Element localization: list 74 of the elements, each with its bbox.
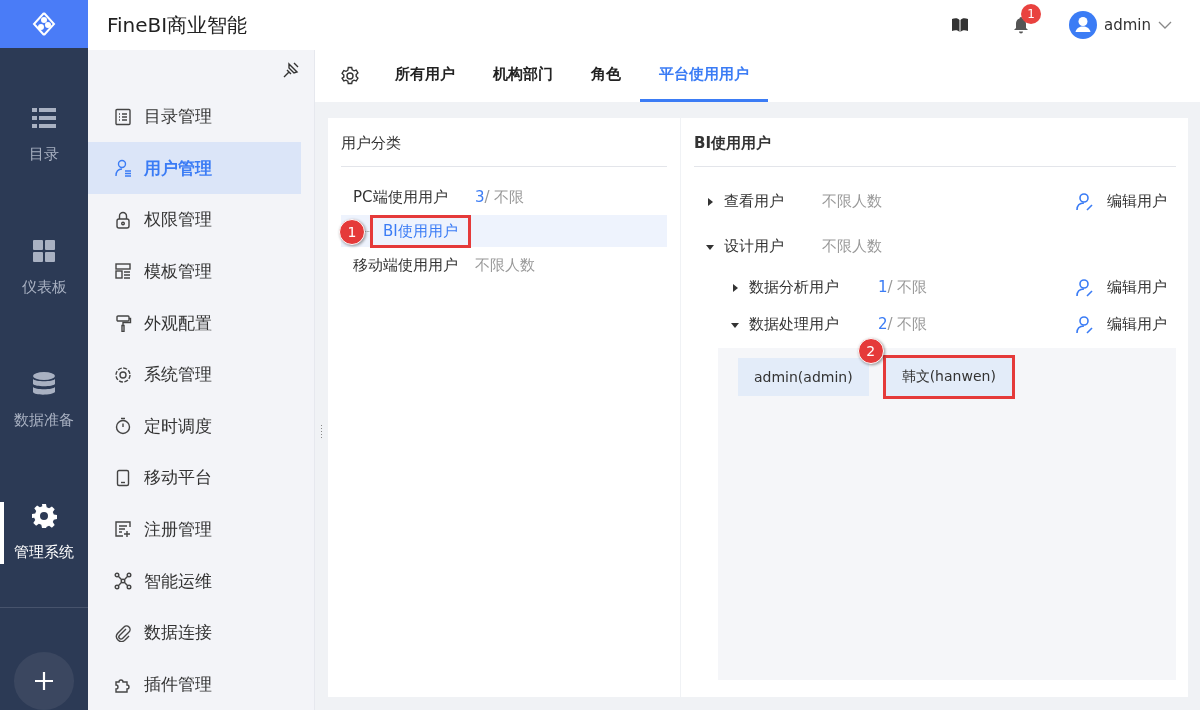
avatar-icon	[1069, 11, 1097, 39]
rail-item[interactable]: 目录	[0, 68, 88, 201]
edit-users-button[interactable]: 编辑用户	[1075, 191, 1167, 212]
notification-badge: 1	[1021, 4, 1041, 24]
panel-title: BI使用用户	[694, 133, 772, 154]
form-icon	[114, 520, 132, 539]
timer-icon	[114, 417, 132, 436]
user-quota: 不限人数	[822, 192, 882, 211]
network-icon	[114, 572, 132, 590]
user-chip[interactable]: admin(admin)	[738, 358, 869, 396]
user-quota: 2/ 不限	[878, 315, 928, 334]
chevron-down-icon	[1158, 21, 1172, 29]
settings-icon[interactable]	[340, 66, 360, 86]
rail-item[interactable]: 仪表板	[0, 200, 88, 334]
database-icon	[31, 370, 57, 397]
bell-icon[interactable]	[1013, 16, 1029, 34]
nav-item[interactable]: 移动平台	[88, 452, 301, 504]
nav-item[interactable]: 系统管理	[88, 348, 301, 401]
panel-title: 用户分类	[341, 133, 402, 154]
user-quota: 不限人数	[475, 255, 535, 275]
list-icon	[31, 105, 57, 131]
nav-item[interactable]: 智能运维	[88, 555, 301, 607]
user-quota: 1/ 不限	[878, 278, 928, 297]
user-edit-icon	[1075, 277, 1095, 298]
user-quota: 不限人数	[822, 237, 882, 256]
user-quota: 3/ 不限	[475, 187, 525, 207]
category-item[interactable]: 移动端使用用户 不限人数	[341, 247, 667, 283]
resize-handle[interactable]	[320, 424, 323, 438]
nav-item[interactable]: 权限管理	[88, 194, 301, 246]
edit-users-button[interactable]: 编辑用户	[1075, 314, 1167, 335]
caret-right-icon[interactable]	[706, 197, 714, 206]
tablet-icon	[114, 468, 132, 487]
lock-icon	[114, 210, 132, 229]
list-icon	[114, 107, 132, 126]
plus-icon	[34, 671, 54, 692]
rail-item[interactable]: 管理系统	[0, 466, 88, 600]
nav-item[interactable]: 模板管理	[88, 245, 301, 298]
group-label[interactable]: 数据处理用户	[749, 315, 878, 334]
tab[interactable]: 平台使用用户	[640, 50, 768, 102]
caret-down-icon[interactable]	[731, 320, 739, 329]
tab[interactable]: 所有用户	[376, 50, 474, 102]
caret-right-icon[interactable]	[731, 283, 739, 292]
nav-item[interactable]: 插件管理	[88, 658, 301, 710]
caret-down-icon[interactable]	[706, 242, 714, 251]
app-title: FineBI商业智能	[107, 11, 248, 39]
nav-item[interactable]: 注册管理	[88, 503, 301, 556]
category-item[interactable]: PC端使用用户 3/ 不限	[341, 179, 667, 215]
roller-icon	[114, 314, 132, 333]
dashboard-icon	[31, 237, 57, 264]
group-label[interactable]: 设计用户	[724, 237, 822, 256]
pin-icon[interactable]	[282, 61, 300, 80]
nav-item[interactable]: 目录管理	[88, 90, 301, 143]
user-icon	[114, 159, 132, 178]
user-chip[interactable]: 韩文(hanwen)	[885, 358, 1012, 396]
nav-item[interactable]: 定时调度	[88, 400, 301, 453]
user-edit-icon	[1075, 314, 1095, 335]
layout-icon	[114, 262, 132, 281]
gear-icon	[114, 365, 132, 384]
book-icon[interactable]	[951, 17, 969, 33]
group-label[interactable]: 数据分析用户	[749, 278, 878, 297]
paperclip-icon	[114, 623, 132, 642]
user-menu[interactable]: admin	[1069, 11, 1172, 39]
rail-item[interactable]: 数据准备	[0, 333, 88, 467]
tab[interactable]: 角色	[572, 50, 640, 102]
edit-users-button[interactable]: 编辑用户	[1075, 277, 1167, 298]
gear-icon	[31, 503, 57, 530]
nav-item[interactable]: 外观配置	[88, 297, 301, 349]
logo-tile[interactable]	[0, 0, 88, 49]
logo-icon	[31, 11, 57, 38]
tab[interactable]: 机构部门	[474, 50, 572, 102]
nav-item[interactable]: 数据连接	[88, 606, 301, 659]
user-edit-icon	[1075, 191, 1095, 212]
group-label[interactable]: 查看用户	[724, 192, 822, 211]
callout-badge: 2	[857, 338, 884, 364]
